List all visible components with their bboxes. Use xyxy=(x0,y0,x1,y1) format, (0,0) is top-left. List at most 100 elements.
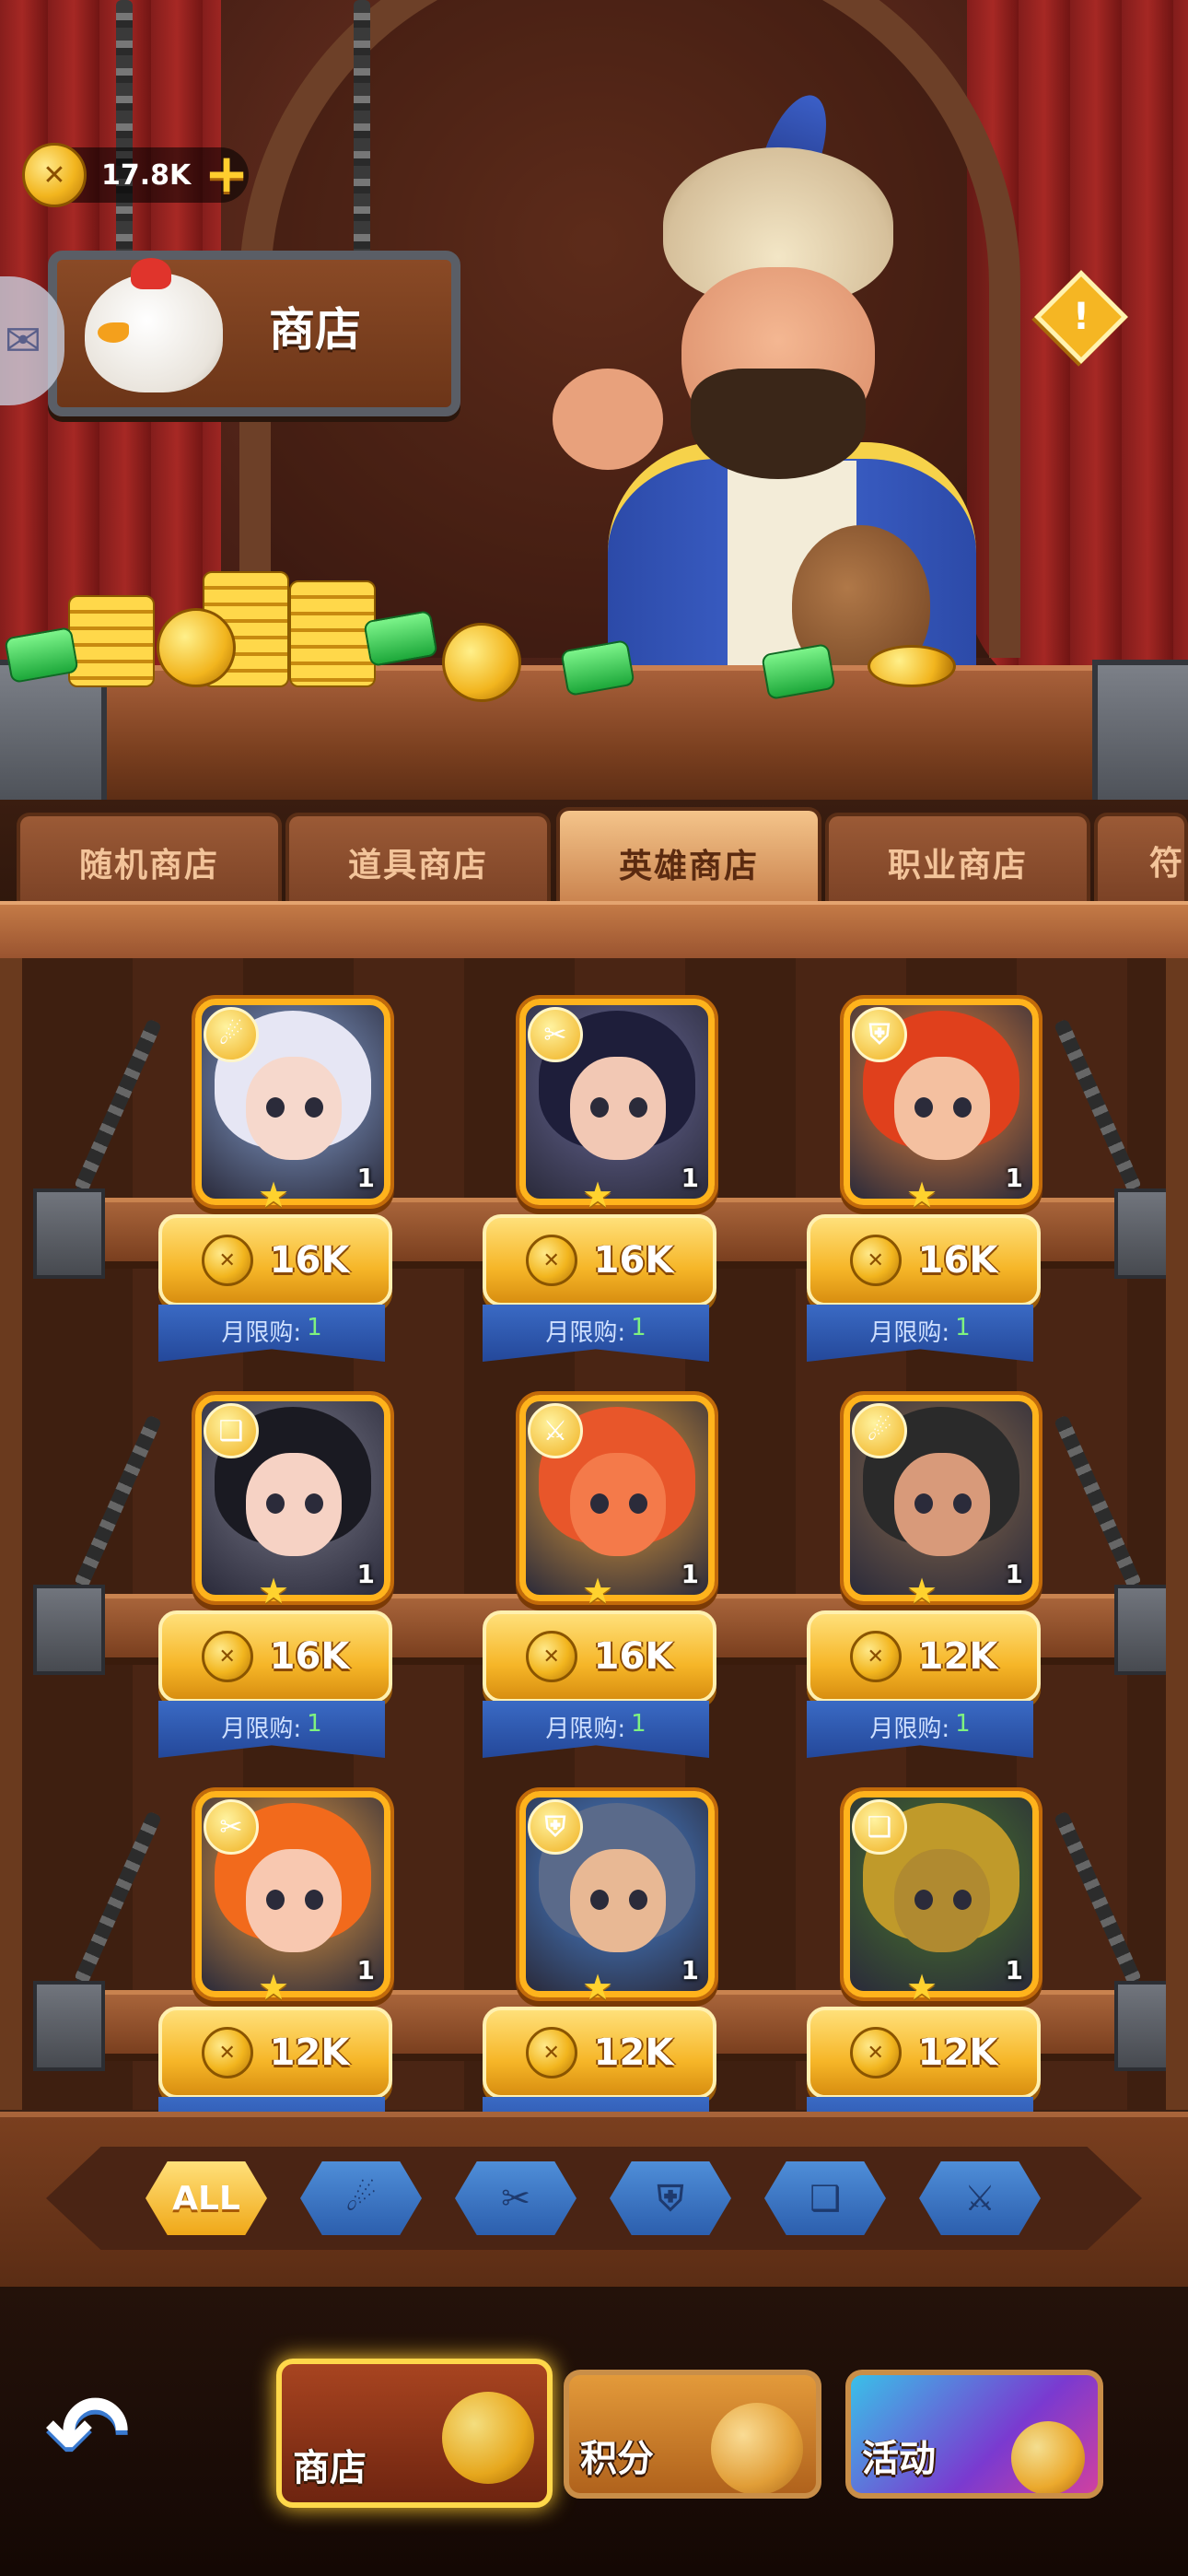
star-icon: ★ xyxy=(906,1175,938,1215)
hero-portrait[interactable]: ☄ 1 xyxy=(844,1395,1039,1601)
gold-amount: 17.8K xyxy=(101,158,192,192)
hero-quantity: 1 xyxy=(1005,1955,1023,1985)
star-icon: ★ xyxy=(258,1571,290,1611)
shelf-bracket xyxy=(33,1585,105,1675)
buy-price-button[interactable]: ✕ 12K xyxy=(483,2007,716,2099)
warrior-icon: ⚔ xyxy=(528,1403,583,1458)
purchase-limit-ribbon: 月限购: 1 xyxy=(807,1305,1033,1362)
shop-sign: 商店 xyxy=(48,251,460,416)
star-icon: ★ xyxy=(258,1175,290,1215)
filter-all-button[interactable]: ALL xyxy=(146,2161,267,2235)
gold-coin-icon: ✕ xyxy=(22,143,87,207)
merchant-character xyxy=(553,86,1013,698)
buy-price-button[interactable]: ✕ 16K xyxy=(807,1214,1041,1306)
hero-portrait[interactable]: ❑ 1 xyxy=(844,1791,1039,1997)
hero-item-card[interactable]: ⚔ 1 ★ ✕ 16K 月限购: 1 xyxy=(483,1395,716,1782)
gold-coin-icon: ✕ xyxy=(849,1631,902,1682)
hero-item-card[interactable]: ☄ 1 ★ ✕ 16K 月限购: 1 xyxy=(158,999,392,1386)
price-label: 16K xyxy=(917,1239,998,1282)
hero-item-card[interactable]: ❑ 1 ★ ✕ 16K 月限购: 1 xyxy=(158,1395,392,1782)
hero-item-card[interactable]: ☄ 1 ★ ✕ 12K 月限购: 1 xyxy=(807,1395,1041,1782)
tab-rune-shop[interactable]: 符 xyxy=(1094,813,1188,905)
hero-quantity: 1 xyxy=(1005,1559,1023,1589)
support-filter-icon[interactable]: ❑ xyxy=(764,2161,886,2235)
hero-quantity: 1 xyxy=(356,1559,375,1589)
hero-portrait[interactable]: ✂ 1 xyxy=(195,1791,390,1997)
hero-quantity: 1 xyxy=(681,1955,699,1985)
purchase-limit-ribbon: 月限购: 1 xyxy=(807,1701,1033,1758)
price-label: 12K xyxy=(917,2032,998,2074)
tab-hero-shop[interactable]: 英雄商店 xyxy=(556,807,821,916)
price-label: 16K xyxy=(269,1239,350,1282)
nav-points-button[interactable]: 积分 xyxy=(564,2370,821,2499)
shelf-chain xyxy=(1054,1414,1142,1589)
limit-label: 月限购: xyxy=(869,1715,950,1743)
mage-filter-icon[interactable]: ☄ xyxy=(300,2161,422,2235)
shelf-chain xyxy=(74,1018,162,1193)
hero-portrait[interactable]: ⛨ 1 xyxy=(519,1791,715,1997)
tank-filter-icon[interactable]: ⛨ xyxy=(610,2161,731,2235)
assassin-filter-icon[interactable]: ✂ xyxy=(455,2161,577,2235)
tab-rail xyxy=(0,901,1188,964)
page-title: 商店 xyxy=(269,303,361,357)
star-icon: ★ xyxy=(258,1967,290,2008)
star-icon: ★ xyxy=(906,1967,938,2008)
buy-price-button[interactable]: ✕ 16K xyxy=(483,1214,716,1306)
price-label: 16K xyxy=(593,1239,674,1282)
hero-item-card[interactable]: ✂ 1 ★ ✕ 16K 月限购: 1 xyxy=(483,999,716,1386)
nav-shop-label: 商店 xyxy=(293,2447,367,2489)
hero-portrait[interactable]: ✂ 1 xyxy=(519,999,715,1205)
tab-random-shop[interactable]: 随机商店 xyxy=(17,813,282,908)
shelf-bracket xyxy=(1114,1585,1166,1675)
buy-price-button[interactable]: ✕ 12K xyxy=(807,1610,1041,1703)
star-icon: ★ xyxy=(582,1175,614,1215)
tab-item-shop[interactable]: 道具商店 xyxy=(285,813,551,908)
hero-portrait[interactable]: ❑ 1 xyxy=(195,1395,390,1601)
hero-portrait[interactable]: ☄ 1 xyxy=(195,999,390,1205)
limit-label: 月限购: xyxy=(221,1715,302,1743)
counter-bracket-right xyxy=(1092,660,1188,809)
buy-price-button[interactable]: ✕ 16K xyxy=(158,1610,392,1703)
hero-portrait[interactable]: ⚔ 1 xyxy=(519,1395,715,1601)
hero-item-card[interactable]: ⛨ 1 ★ ✕ 16K 月限购: 1 xyxy=(807,999,1041,1386)
limit-label: 月限购: xyxy=(545,1319,626,1347)
support-icon: ❑ xyxy=(852,1799,907,1855)
star-icon: ★ xyxy=(582,1967,614,2008)
gold-coin-icon: ✕ xyxy=(525,1631,577,1682)
gold-coin xyxy=(868,645,956,687)
hero-portrait[interactable]: ⛨ 1 xyxy=(844,999,1039,1205)
star-icon: ★ xyxy=(582,1571,614,1611)
shelf-bracket xyxy=(33,1188,105,1279)
medal-icon xyxy=(711,2403,803,2493)
shelf-bracket xyxy=(33,1981,105,2071)
merchant-hand-with-coins xyxy=(553,369,663,470)
purchase-limit-ribbon: 月限购: 1 xyxy=(483,1305,709,1362)
back-arrow-icon[interactable]: ↶ xyxy=(28,2382,147,2488)
gold-coin-icon xyxy=(442,2392,534,2484)
price-label: 12K xyxy=(593,2032,674,2074)
tab-class-shop[interactable]: 职业商店 xyxy=(825,813,1090,908)
buy-price-button[interactable]: ✕ 12K xyxy=(158,2007,392,2099)
buy-price-button[interactable]: ✕ 12K xyxy=(807,2007,1041,2099)
nav-events-button[interactable]: 活动 xyxy=(845,2370,1103,2499)
mage-icon: ☄ xyxy=(852,1403,907,1458)
nav-points-label: 积分 xyxy=(580,2438,654,2480)
gold-coin-icon: ✕ xyxy=(201,1631,253,1682)
nav-shop-button[interactable]: 商店 xyxy=(276,2359,553,2508)
hero-quantity: 1 xyxy=(681,1163,699,1193)
assassin-icon: ✂ xyxy=(528,1007,583,1062)
limit-label: 月限购: xyxy=(869,1319,950,1347)
plus-icon[interactable]: + xyxy=(203,146,250,200)
gold-coin xyxy=(442,623,521,702)
gold-coin-icon: ✕ xyxy=(525,1235,577,1286)
gold-coin-icon: ✕ xyxy=(849,2027,902,2078)
warrior-filter-icon[interactable]: ⚔ xyxy=(919,2161,1041,2235)
purchase-limit-ribbon: 月限购: 1 xyxy=(158,1305,385,1362)
sign-chain-right xyxy=(354,0,370,258)
buy-price-button[interactable]: ✕ 16K xyxy=(483,1610,716,1703)
support-icon: ❑ xyxy=(204,1403,259,1458)
merchant-beard xyxy=(691,369,866,479)
assassin-icon: ✂ xyxy=(204,1799,259,1855)
limit-count: 1 xyxy=(631,1314,646,1341)
buy-price-button[interactable]: ✕ 16K xyxy=(158,1214,392,1306)
